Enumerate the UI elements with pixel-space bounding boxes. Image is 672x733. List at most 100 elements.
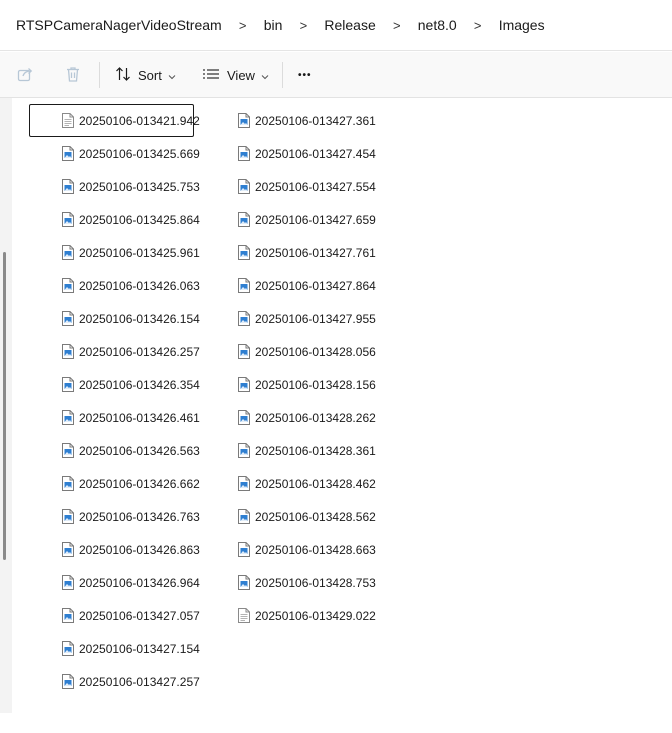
more-options-button[interactable]: ••• <box>298 60 312 90</box>
image-file-icon <box>62 179 74 194</box>
file-item[interactable]: 20250106-013428.156 <box>205 368 376 401</box>
image-file-icon <box>238 542 250 557</box>
file-item[interactable]: 20250106-013426.154 <box>29 302 200 335</box>
breadcrumb-item-net8[interactable]: net8.0 <box>418 17 457 33</box>
image-file-icon <box>238 410 250 425</box>
file-item[interactable]: 20250106-013428.562 <box>205 500 376 533</box>
file-item[interactable]: 20250106-013428.361 <box>205 434 376 467</box>
file-item[interactable]: 20250106-013427.761 <box>205 236 376 269</box>
file-name: 20250106-013426.354 <box>79 377 200 392</box>
chevron-right-icon[interactable]: > <box>282 18 324 33</box>
file-item[interactable]: 20250106-013426.461 <box>29 401 200 434</box>
file-item[interactable]: 20250106-013426.964 <box>29 566 200 599</box>
toolbar-divider <box>282 62 283 88</box>
file-name: 20250106-013427.864 <box>255 278 376 293</box>
chevron-right-icon[interactable]: > <box>222 18 264 33</box>
file-name: 20250106-013428.156 <box>255 377 376 392</box>
image-file-icon <box>238 311 250 326</box>
breadcrumb-item-project[interactable]: RTSPCameraNagerVideoStream <box>16 17 222 33</box>
image-file-icon <box>238 113 250 128</box>
image-file-icon <box>62 443 74 458</box>
file-name: 20250106-013426.461 <box>79 410 200 425</box>
file-item[interactable]: 20250106-013425.864 <box>29 203 200 236</box>
toolbar-divider <box>99 62 100 88</box>
file-item[interactable]: 20250106-013421.942 <box>29 104 200 137</box>
file-item[interactable]: 20250106-013426.257 <box>29 335 200 368</box>
breadcrumb-item-bin[interactable]: bin <box>264 17 283 33</box>
file-name: 20250106-013428.663 <box>255 542 376 557</box>
file-name: 20250106-013428.562 <box>255 509 376 524</box>
text-file-icon <box>238 608 250 623</box>
file-item[interactable]: 20250106-013427.154 <box>29 632 200 665</box>
image-file-icon <box>62 476 74 491</box>
file-name: 20250106-013427.554 <box>255 179 376 194</box>
file-item[interactable]: 20250106-013428.663 <box>205 533 376 566</box>
file-item[interactable]: 20250106-013428.462 <box>205 467 376 500</box>
image-file-icon <box>238 278 250 293</box>
file-column-1: 20250106-013421.942 20250106-013425.669 20… <box>29 104 200 698</box>
file-item[interactable]: 20250106-013427.057 <box>29 599 200 632</box>
navigation-pane-edge <box>0 98 12 713</box>
file-item[interactable]: 20250106-013427.955 <box>205 302 376 335</box>
file-item[interactable]: 20250106-013426.063 <box>29 269 200 302</box>
breadcrumb-item-images[interactable]: Images <box>499 17 545 33</box>
image-file-icon <box>238 443 250 458</box>
image-file-icon <box>238 179 250 194</box>
chevron-right-icon[interactable]: > <box>376 18 418 33</box>
image-file-icon <box>238 146 250 161</box>
file-item[interactable]: 20250106-013426.563 <box>29 434 200 467</box>
file-name: 20250106-013427.761 <box>255 245 376 260</box>
image-file-icon <box>62 377 74 392</box>
share-button[interactable] <box>16 60 34 90</box>
file-name: 20250106-013427.154 <box>79 641 200 656</box>
image-file-icon <box>238 344 250 359</box>
file-name: 20250106-013426.662 <box>79 476 200 491</box>
file-item[interactable]: 20250106-013425.961 <box>29 236 200 269</box>
file-name: 20250106-013428.361 <box>255 443 376 458</box>
file-name: 20250106-013427.659 <box>255 212 376 227</box>
file-name: 20250106-013426.563 <box>79 443 200 458</box>
trash-icon <box>64 65 82 86</box>
file-item[interactable]: 20250106-013427.257 <box>29 665 200 698</box>
image-file-icon <box>62 344 74 359</box>
chevron-right-icon[interactable]: > <box>457 18 499 33</box>
more-options-icon: ••• <box>298 69 312 81</box>
file-item[interactable]: 20250106-013427.554 <box>205 170 376 203</box>
file-name: 20250106-013425.864 <box>79 212 200 227</box>
file-explorer-window: RTSPCameraNagerVideoStream > bin > Relea… <box>0 0 672 733</box>
image-file-icon <box>62 509 74 524</box>
file-item[interactable]: 20250106-013428.262 <box>205 401 376 434</box>
command-bar: Sort View ••• <box>0 52 672 98</box>
breadcrumb-item-release[interactable]: Release <box>324 17 375 33</box>
file-item[interactable]: 20250106-013428.753 <box>205 566 376 599</box>
image-file-icon <box>62 608 74 623</box>
file-item[interactable]: 20250106-013425.753 <box>29 170 200 203</box>
delete-button[interactable] <box>64 60 82 90</box>
vertical-scrollbar-thumb[interactable] <box>3 252 6 560</box>
image-file-icon <box>62 410 74 425</box>
file-name: 20250106-013428.056 <box>255 344 376 359</box>
file-item[interactable]: 20250106-013426.863 <box>29 533 200 566</box>
image-file-icon <box>238 476 250 491</box>
file-item[interactable]: 20250106-013429.022 <box>205 599 376 632</box>
image-file-icon <box>238 575 250 590</box>
sort-button[interactable]: Sort <box>115 60 176 90</box>
image-file-icon <box>62 542 74 557</box>
file-item[interactable]: 20250106-013427.454 <box>205 137 376 170</box>
image-file-icon <box>62 146 74 161</box>
view-button[interactable]: View <box>202 60 269 90</box>
file-item[interactable]: 20250106-013426.354 <box>29 368 200 401</box>
file-item[interactable]: 20250106-013426.763 <box>29 500 200 533</box>
view-list-icon <box>202 67 220 84</box>
file-name: 20250106-013425.753 <box>79 179 200 194</box>
status-area <box>0 713 672 733</box>
file-item[interactable]: 20250106-013425.669 <box>29 137 200 170</box>
file-name: 20250106-013428.262 <box>255 410 376 425</box>
file-item[interactable]: 20250106-013426.662 <box>29 467 200 500</box>
file-item[interactable]: 20250106-013427.361 <box>205 104 376 137</box>
file-item[interactable]: 20250106-013427.864 <box>205 269 376 302</box>
file-name: 20250106-013425.961 <box>79 245 200 260</box>
file-name: 20250106-013421.942 <box>79 113 200 128</box>
file-item[interactable]: 20250106-013427.659 <box>205 203 376 236</box>
file-item[interactable]: 20250106-013428.056 <box>205 335 376 368</box>
